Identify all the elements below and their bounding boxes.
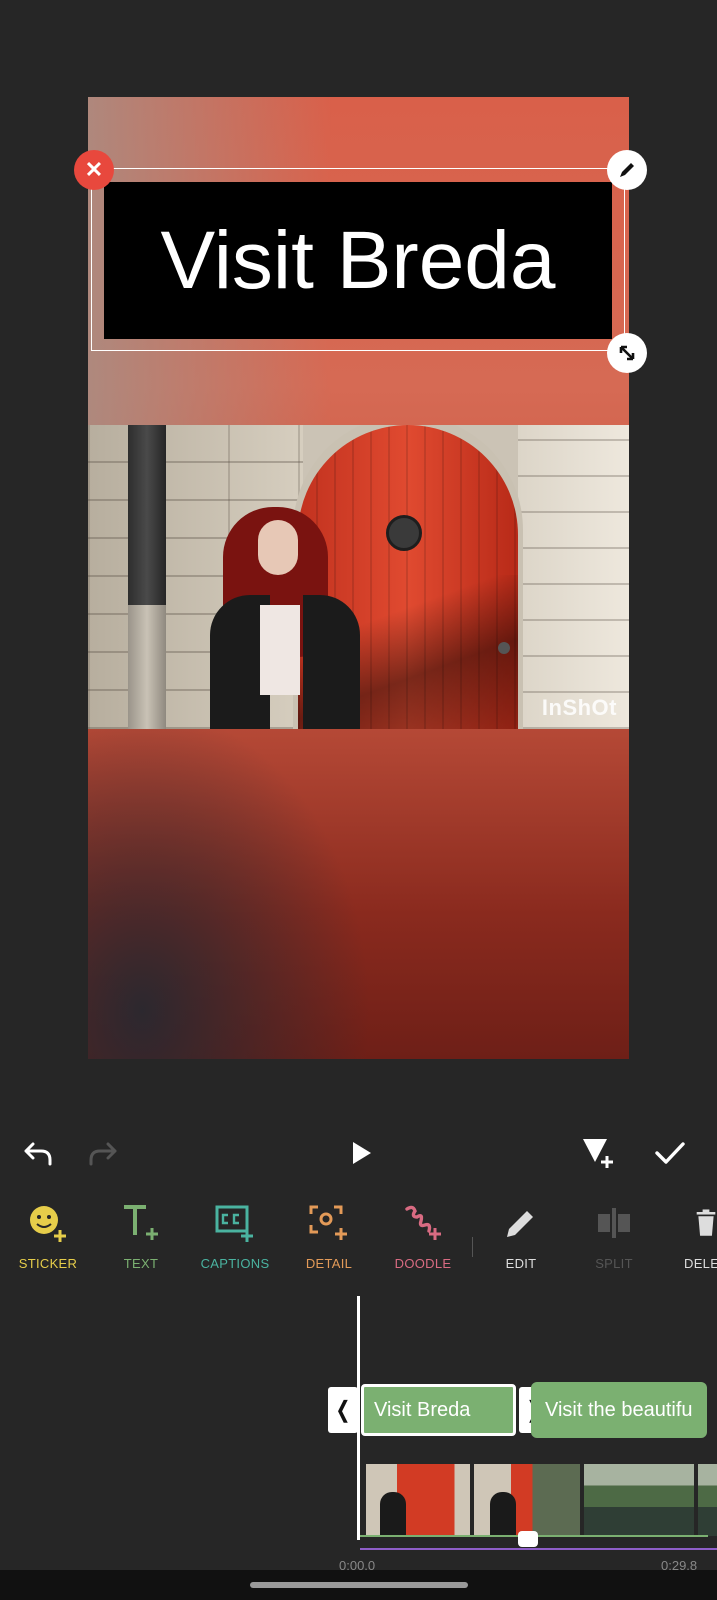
doodle-label: DOODLE — [394, 1256, 452, 1271]
detail-label: DETAIL — [305, 1256, 353, 1271]
edit-handle-icon[interactable] — [607, 150, 647, 190]
play-icon[interactable] — [344, 1133, 380, 1173]
undo-icon[interactable] — [20, 1133, 56, 1173]
text-tool-button[interactable]: TEXT — [94, 1200, 188, 1290]
woman-face — [258, 520, 298, 575]
delete-label: DELE — [684, 1256, 717, 1271]
video-track[interactable] — [362, 1464, 717, 1536]
edit-label: EDIT — [505, 1256, 537, 1271]
inshot-watermark[interactable]: InShOt — [542, 695, 617, 721]
sticker-label: STICKER — [18, 1256, 78, 1271]
keyframe-marker[interactable] — [518, 1531, 538, 1547]
home-gesture-pill[interactable] — [250, 1582, 468, 1588]
text-label: TEXT — [123, 1256, 159, 1271]
sticker-tool-button[interactable]: STICKER — [1, 1200, 95, 1290]
detail-icon — [282, 1200, 376, 1246]
captions-icon — [188, 1200, 282, 1246]
detail-tool-button[interactable]: DETAIL — [282, 1200, 376, 1290]
split-label: SPLIT — [595, 1256, 633, 1271]
video-thumbnail — [698, 1464, 717, 1536]
video-thumbnail — [584, 1464, 694, 1536]
playhead[interactable] — [357, 1296, 360, 1540]
editor-toolbar: STICKER TEXT CAPTIONS DETAIL DOODLE EDIT — [0, 1200, 717, 1290]
split-tool-button[interactable]: SPLIT — [567, 1200, 661, 1290]
doodle-tool-button[interactable]: DOODLE — [376, 1200, 470, 1290]
trash-icon — [660, 1200, 717, 1246]
pencil-icon — [474, 1200, 568, 1246]
captions-tool-button[interactable]: CAPTIONS — [188, 1200, 282, 1290]
next-text-clip[interactable]: Visit the beautifu — [531, 1382, 707, 1438]
split-icon — [567, 1200, 661, 1246]
trim-left-handle[interactable]: ❬ — [328, 1387, 358, 1433]
delete-handle-icon[interactable]: ✕ — [74, 150, 114, 190]
audio-track-indicator — [360, 1548, 717, 1550]
drainpipe-lower — [128, 605, 166, 729]
edit-tool-button[interactable]: EDIT — [474, 1200, 568, 1290]
video-thumbnail — [474, 1464, 580, 1536]
delete-tool-button[interactable]: DELE — [660, 1200, 717, 1290]
door-knob — [498, 642, 510, 654]
doodle-icon — [376, 1200, 470, 1246]
woman-top — [260, 605, 300, 695]
confirm-check-icon[interactable] — [650, 1133, 690, 1173]
sticker-icon — [1, 1200, 95, 1246]
selected-text-clip[interactable]: Visit Breda — [361, 1384, 516, 1436]
door-knocker — [386, 515, 422, 551]
video-thumbnail — [366, 1464, 470, 1536]
redo-icon[interactable] — [85, 1133, 121, 1173]
toolbar-divider — [472, 1237, 473, 1257]
add-keyframe-icon[interactable] — [578, 1133, 618, 1173]
captions-label: CAPTIONS — [200, 1256, 270, 1271]
video-frame: InShOt — [88, 425, 629, 729]
resize-handle-icon[interactable] — [607, 333, 647, 373]
selection-frame[interactable] — [91, 168, 625, 351]
text-add-icon — [94, 1200, 188, 1246]
stone-wall-right — [518, 425, 629, 729]
